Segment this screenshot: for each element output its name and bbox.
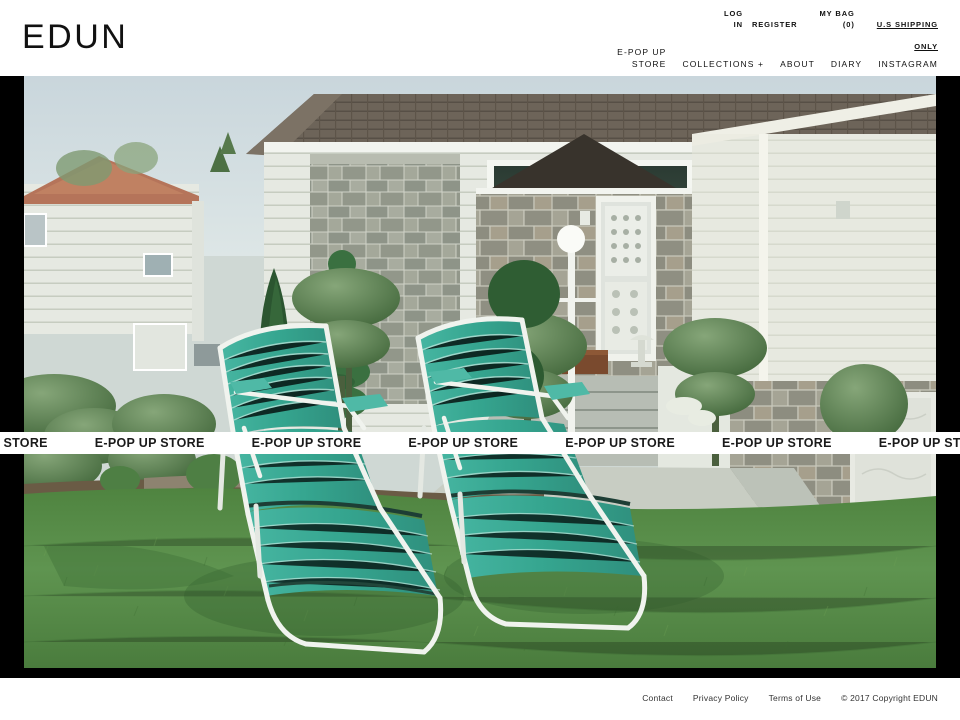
- hero-section: E-POP UP STORE E-POP UP STORE E-POP UP S…: [0, 76, 960, 678]
- login-link[interactable]: LOG IN: [724, 9, 743, 31]
- marquee-track: E-POP UP STORE E-POP UP STORE E-POP UP S…: [0, 436, 960, 450]
- nav-item-collections[interactable]: COLLECTIONS +: [682, 58, 764, 70]
- shipping-region-line1: U.S SHIPPING: [876, 19, 938, 29]
- marquee-item: E-POP UP STORE: [0, 436, 48, 450]
- footer-links: Contact Privacy Policy Terms of Use © 20…: [642, 693, 938, 703]
- marquee-item: E-POP UP STORE: [721, 436, 832, 450]
- hero-photo[interactable]: [24, 76, 936, 668]
- my-bag-link[interactable]: MY BAG (0): [820, 9, 855, 31]
- nav-item-diary[interactable]: DIARY: [831, 58, 862, 70]
- marquee-item: E-POP UP STORE: [565, 436, 675, 450]
- footer-copyright: © 2017 Copyright EDUN: [841, 693, 938, 703]
- nav-item-epop-up-store[interactable]: E-POP UP STORE: [617, 46, 666, 71]
- register-link[interactable]: REGISTER: [752, 20, 798, 31]
- marquee-item: E-POP UP STORE: [878, 436, 960, 450]
- site-logo[interactable]: EDUN: [22, 20, 128, 54]
- marquee-item: E-POP UP STORE: [408, 436, 519, 450]
- site-footer: Contact Privacy Policy Terms of Use © 20…: [0, 678, 960, 720]
- footer-link-privacy-policy[interactable]: Privacy Policy: [693, 693, 749, 703]
- footer-link-contact[interactable]: Contact: [642, 693, 673, 703]
- footer-link-terms-of-use[interactable]: Terms of Use: [769, 693, 821, 703]
- page-root: EDUN LOG IN REGISTER MY BAG (0) U.S SHIP…: [0, 0, 960, 720]
- marquee-item: E-POP UP STORE: [251, 436, 362, 450]
- main-navigation: E-POP UP STORE COLLECTIONS + ABOUT DIARY…: [617, 46, 938, 71]
- account-links: LOG IN REGISTER: [724, 9, 798, 31]
- site-header: EDUN LOG IN REGISTER MY BAG (0) U.S SHIP…: [0, 0, 960, 76]
- marquee-banner[interactable]: E-POP UP STORE E-POP UP STORE E-POP UP S…: [0, 432, 960, 454]
- marquee-item: E-POP UP STORE: [94, 436, 205, 450]
- nav-item-about[interactable]: ABOUT: [780, 58, 815, 70]
- nav-item-instagram[interactable]: INSTAGRAM: [878, 58, 938, 70]
